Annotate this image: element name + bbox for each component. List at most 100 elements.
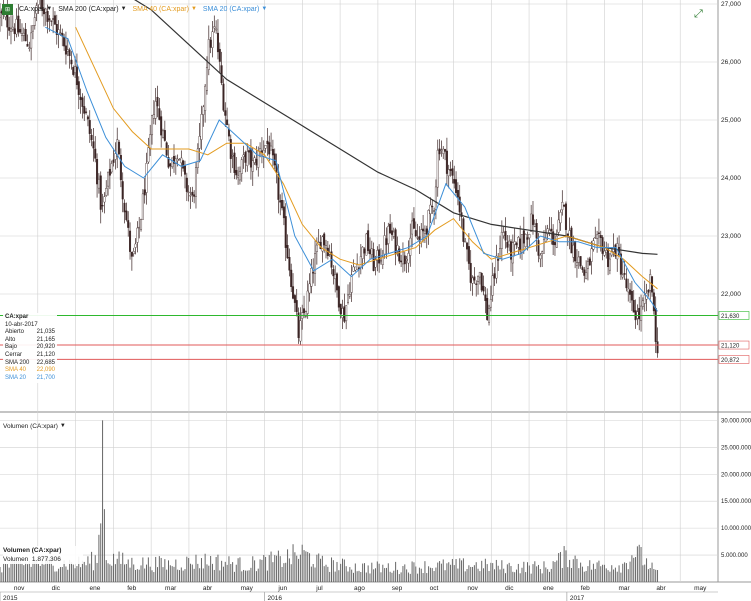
candle-body	[348, 294, 351, 297]
candle-body	[317, 241, 320, 243]
info-row-low: Bajo 20,920	[5, 344, 55, 352]
candle-body	[226, 119, 229, 126]
candle-body	[528, 234, 531, 239]
candle-body	[379, 260, 382, 263]
candle-body	[623, 273, 626, 275]
candle-body	[306, 290, 309, 314]
candle-body	[284, 216, 287, 248]
expand-icon[interactable]: ⤢	[694, 8, 703, 21]
info-value: 22,685	[36, 359, 55, 366]
dropdown-arrow-icon[interactable]: ▼	[121, 6, 127, 12]
candle-body	[585, 272, 588, 279]
candle-body	[581, 267, 584, 270]
candle-body	[152, 114, 155, 119]
legend-label-sma20: SMA 20 (CA:xpar)	[202, 5, 260, 13]
volume-legend[interactable]: Volumen (CA:xpar) ▼	[3, 423, 66, 430]
candle-body	[553, 242, 556, 246]
candle-body	[129, 230, 132, 252]
candle-body	[352, 266, 355, 272]
candle-body	[86, 116, 89, 120]
candle-body	[332, 269, 335, 277]
candle-body	[550, 228, 553, 232]
candle-body	[162, 130, 165, 138]
candle-body	[627, 288, 630, 293]
candle-body	[486, 298, 489, 321]
candle-body	[20, 33, 23, 37]
candle-body	[88, 120, 91, 134]
price-tick-label: 24,000	[721, 175, 741, 182]
dropdown-arrow-icon[interactable]: ▼	[46, 6, 52, 12]
candle-body	[209, 39, 212, 48]
candle-body	[564, 203, 567, 230]
x-month-label: oct	[430, 585, 439, 592]
candle-body	[566, 233, 569, 236]
dropdown-arrow-icon[interactable]: ▼	[261, 6, 267, 12]
chart-window-icon[interactable]: ⊞	[2, 3, 13, 15]
candle-body	[334, 274, 337, 280]
candle-body	[337, 286, 340, 308]
candle-body	[640, 305, 643, 321]
candle-body	[451, 168, 454, 176]
candle-body	[517, 237, 520, 248]
candle-body	[17, 15, 20, 33]
candle-body	[654, 307, 657, 342]
candle-body	[367, 230, 370, 251]
candle-body	[519, 238, 522, 252]
x-month-label: dic	[52, 585, 61, 592]
candle-body	[456, 190, 459, 198]
candle-body	[632, 300, 635, 313]
price-tick-label: 22,000	[721, 291, 741, 298]
candle-body	[431, 205, 434, 208]
x-year-label: 2017	[570, 595, 585, 601]
candle-body	[361, 246, 364, 259]
candle-body	[495, 255, 498, 279]
candle-body	[140, 219, 143, 230]
x-month-label: dic	[505, 585, 514, 592]
candle-body	[13, 28, 16, 34]
candle-body	[11, 26, 14, 30]
x-month-label: feb	[127, 585, 136, 592]
candle-body	[411, 220, 414, 235]
legend-item-sma20[interactable]: SMA 20 (CA:xpar) ▼	[203, 6, 267, 13]
candle-body	[123, 202, 126, 213]
candle-body	[24, 29, 27, 42]
info-label: SMA 20	[5, 374, 27, 381]
x-month-label: ene	[89, 585, 100, 592]
price-tick-label: 26,000	[721, 59, 741, 66]
candle-body	[90, 134, 93, 141]
candle-body	[215, 28, 218, 31]
candle-body	[110, 163, 113, 173]
candle-body	[63, 37, 66, 47]
candle-body	[575, 262, 578, 266]
candle-body	[390, 230, 393, 235]
candle-body	[235, 169, 238, 176]
candle-body	[107, 171, 110, 187]
candle-body	[149, 134, 152, 150]
candle-body	[277, 174, 280, 200]
candle-body	[412, 218, 415, 229]
candle-body	[515, 242, 518, 246]
legend-item-price[interactable]: CA:xpar ▼	[19, 6, 52, 13]
candle-body	[75, 66, 78, 86]
candle-body	[537, 240, 540, 256]
candle-body	[403, 255, 406, 265]
candle-body	[244, 151, 247, 163]
candle-body	[480, 273, 483, 291]
volume-tick-label: 20.000.000	[721, 472, 751, 478]
candle-body	[59, 32, 62, 34]
candle-body	[66, 49, 69, 52]
dropdown-arrow-icon[interactable]: ▼	[191, 6, 197, 12]
chart-canvas[interactable]: 27,000 26,000 25,000 24,000 23,000 22,000 30.0…	[0, 0, 751, 601]
candle-body	[118, 141, 121, 155]
legend-label-sma40: SMA 40 (CA:xpar)	[132, 5, 189, 13]
price-flag-label: 21,630	[721, 314, 740, 320]
candle-body	[171, 157, 174, 168]
legend-item-sma200[interactable]: SMA 200 (CA:xpar) ▼	[58, 6, 126, 13]
candle-body	[264, 145, 267, 149]
info-label: Cerrar	[5, 351, 23, 358]
candle-body	[125, 210, 128, 221]
dropdown-arrow-icon[interactable]: ▼	[60, 423, 66, 430]
candle-body	[504, 230, 507, 241]
legend-item-sma40[interactable]: SMA 40 (CA:xpar) ▼	[133, 6, 197, 13]
info-label: Bajo	[5, 344, 18, 351]
